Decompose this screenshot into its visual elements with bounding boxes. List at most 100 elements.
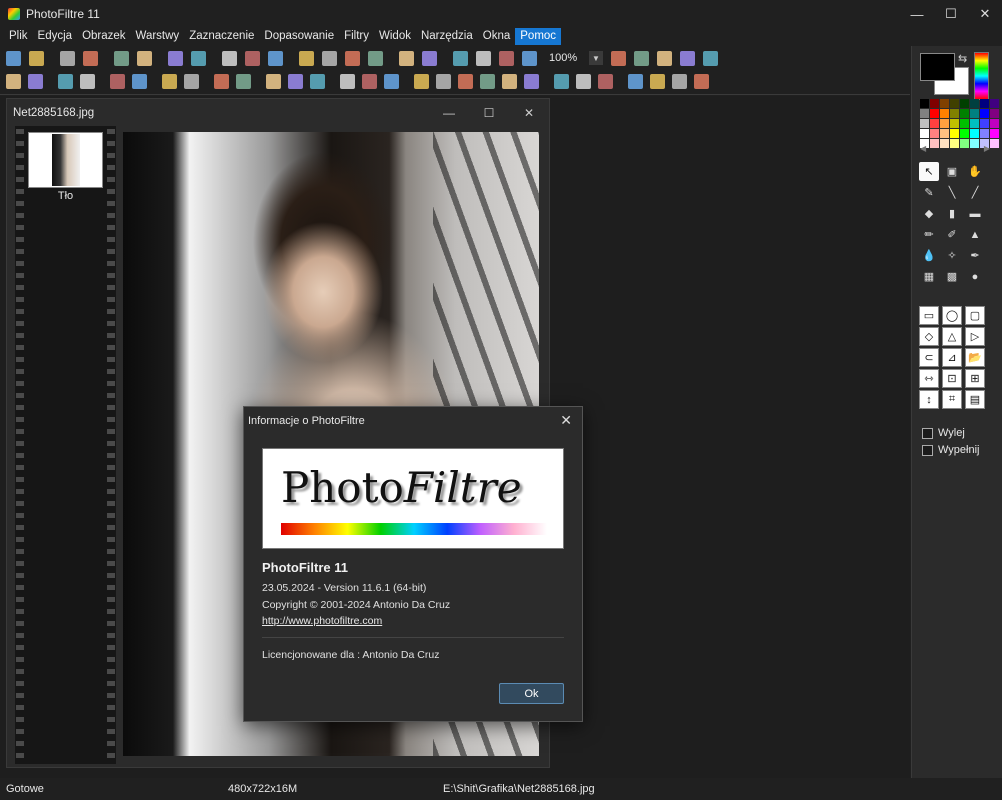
palette-swatch[interactable] [990, 109, 999, 118]
grid-icon[interactable] [340, 73, 355, 89]
text-tool-icon[interactable] [110, 73, 125, 89]
menu-item-4[interactable]: Zaznaczenie [184, 28, 259, 45]
hand-icon[interactable]: ✋ [965, 162, 985, 181]
brightness-plus-icon[interactable] [310, 73, 325, 89]
magic-wand-icon[interactable]: ▣ [942, 162, 962, 181]
open-selection-icon[interactable]: 📂 [965, 348, 985, 367]
wypelnij-checkbox[interactable] [922, 444, 933, 456]
ok-button[interactable]: Ok [499, 683, 564, 704]
settings-icon[interactable] [476, 50, 491, 66]
flip-icon[interactable] [650, 73, 665, 89]
palette-swatch[interactable] [920, 99, 929, 108]
palette-icon[interactable] [162, 73, 177, 89]
pencil-icon[interactable]: ✏ [919, 225, 939, 244]
layer-thumbnail[interactable] [28, 132, 103, 188]
brightness-icon[interactable] [288, 73, 303, 89]
grid-alt-icon[interactable] [362, 73, 377, 89]
undo-icon[interactable] [168, 50, 183, 66]
minimize-button[interactable]: — [900, 0, 934, 28]
text-plus-icon[interactable] [132, 73, 147, 89]
palette-prev-icon[interactable]: ◀ [920, 144, 926, 153]
drop-small-icon[interactable] [502, 73, 517, 89]
menu-item-7[interactable]: Widok [374, 28, 416, 45]
palette-swatch[interactable] [940, 99, 949, 108]
fit-horizontal-icon[interactable]: ⇿ [919, 369, 939, 388]
color-icon[interactable] [322, 50, 337, 66]
text-icon[interactable] [422, 50, 437, 66]
palette-swatch[interactable] [930, 129, 939, 138]
levels-icon[interactable] [214, 73, 229, 89]
palette-swatch[interactable] [940, 129, 949, 138]
foreground-color-swatch[interactable] [920, 53, 955, 81]
palette-swatch[interactable] [930, 99, 939, 108]
palette-swatch[interactable] [920, 129, 929, 138]
canvas-size-icon[interactable] [245, 50, 260, 66]
fullscreen-icon[interactable] [703, 50, 718, 66]
spray-icon[interactable]: ▮ [942, 204, 962, 223]
monitor-icon[interactable] [576, 73, 591, 89]
bold-b-icon[interactable] [345, 50, 360, 66]
doc-close-button[interactable]: ✕ [509, 99, 549, 126]
palette-swatch[interactable] [940, 119, 949, 128]
redo-icon[interactable] [191, 50, 206, 66]
swap-colors-icon[interactable]: ⇆ [958, 52, 967, 65]
strawberry-icon[interactable]: ● [965, 267, 985, 286]
palette-next-icon[interactable]: ▶ [984, 144, 990, 153]
zoom-in-icon[interactable] [611, 50, 626, 66]
menu-item-6[interactable]: Filtry [339, 28, 374, 45]
print-icon[interactable] [114, 50, 129, 66]
drop-tool-icon[interactable]: 💧 [919, 246, 939, 265]
browser-icon[interactable] [522, 50, 537, 66]
fit-vertical-icon[interactable]: ↕ [919, 390, 939, 409]
palette-swatch[interactable] [920, 109, 929, 118]
dot-icon[interactable] [6, 73, 21, 89]
document-titlebar[interactable]: Net2885168.jpg — ☐ ✕ [7, 99, 549, 126]
palette-swatch[interactable] [980, 119, 989, 128]
menu-item-0[interactable]: Plik [4, 28, 33, 45]
crop-icon[interactable]: ⌗ [942, 390, 962, 409]
palette-swatch[interactable] [970, 109, 979, 118]
palette-swatch[interactable] [950, 129, 959, 138]
doc-maximize-button[interactable]: ☐ [469, 99, 509, 126]
palette-swatch[interactable] [970, 129, 979, 138]
maximize-button[interactable]: ☐ [934, 0, 968, 28]
line-icon[interactable]: ╲ [942, 183, 962, 202]
grayscale-icon[interactable] [299, 50, 314, 66]
menu-item-2[interactable]: Obrazek [77, 28, 130, 45]
picture-icon[interactable] [680, 50, 695, 66]
pen-icon[interactable]: ✒ [965, 246, 985, 265]
gradient-icon[interactable] [554, 73, 569, 89]
dot-plus-icon[interactable] [28, 73, 43, 89]
autocrop-icon[interactable] [368, 50, 383, 66]
copy-icon[interactable] [268, 50, 283, 66]
play-select-icon[interactable]: ▷ [965, 327, 985, 346]
paste-layer-icon[interactable] [399, 50, 414, 66]
palette-swatch[interactable] [980, 99, 989, 108]
mirror-h-icon[interactable] [628, 73, 643, 89]
new-icon[interactable] [6, 50, 21, 66]
mountain-icon[interactable] [480, 73, 495, 89]
web-icon[interactable] [453, 50, 468, 66]
fill2-checkbox-row[interactable]: Wypełnij [922, 444, 979, 456]
palette-swatch[interactable] [960, 119, 969, 128]
pattern-icon[interactable]: ▦ [919, 267, 939, 286]
palette-swatch[interactable] [990, 99, 999, 108]
transform-icon[interactable] [499, 50, 514, 66]
rect-select-icon[interactable]: ▭ [919, 306, 939, 325]
bucket-icon[interactable]: ◆ [919, 204, 939, 223]
menu-item-5[interactable]: Dopasowanie [259, 28, 339, 45]
palette-swatch[interactable] [980, 129, 989, 138]
doc-minimize-button[interactable]: — [429, 99, 469, 126]
polygon-lasso-icon[interactable]: ⊿ [942, 348, 962, 367]
checker-icon[interactable] [384, 73, 399, 89]
palette-swatch[interactable] [960, 129, 969, 138]
palette-swatch[interactable] [990, 129, 999, 138]
portrait-icon[interactable]: ▩ [942, 267, 962, 286]
zoom-select[interactable]: 100% ▼ [549, 50, 603, 66]
palette-swatch[interactable] [940, 109, 949, 118]
drop-icon[interactable] [436, 73, 451, 89]
brush-icon[interactable]: ✐ [942, 225, 962, 244]
pointer-plus-icon[interactable] [80, 73, 95, 89]
eyedropper-icon[interactable]: ✎ [919, 183, 939, 202]
menu-item-9[interactable]: Okna [478, 28, 516, 45]
